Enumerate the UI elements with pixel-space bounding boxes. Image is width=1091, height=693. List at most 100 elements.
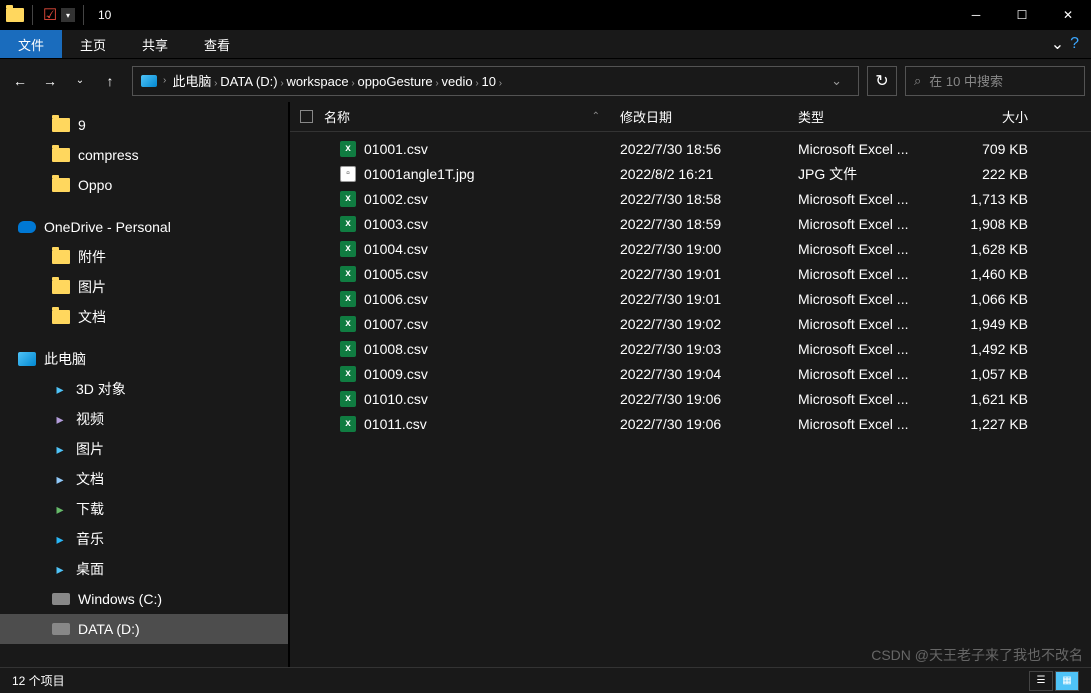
sidebar-pc-item[interactable]: ▸下载 — [0, 494, 288, 524]
sidebar-pc-item[interactable]: ▸桌面 — [0, 554, 288, 584]
qat-dropdown-icon[interactable]: ▾ — [61, 8, 75, 22]
file-date: 2022/7/30 19:06 — [620, 416, 798, 432]
forward-button[interactable]: → — [36, 67, 64, 95]
file-list: 名称⌃ 修改日期 类型 大小 x01001.csv2022/7/30 18:56… — [290, 102, 1091, 667]
thumbnails-view-button[interactable]: ▦ — [1055, 671, 1079, 691]
chevron-right-icon[interactable]: › — [473, 78, 482, 89]
file-name: 01006.csv — [364, 291, 428, 307]
file-type: Microsoft Excel ... — [798, 241, 948, 257]
file-row[interactable]: x01008.csv2022/7/30 19:03Microsoft Excel… — [290, 336, 1091, 361]
tree-item-label: 图片 — [76, 439, 104, 459]
sidebar-onedrive[interactable]: OneDrive - Personal — [0, 212, 288, 242]
tab-file[interactable]: 文件 — [0, 30, 62, 58]
tree-item-label: DATA (D:) — [78, 621, 140, 637]
file-row[interactable]: x01003.csv2022/7/30 18:59Microsoft Excel… — [290, 211, 1091, 236]
column-type[interactable]: 类型 — [798, 107, 948, 126]
refresh-button[interactable]: ↻ — [867, 66, 897, 96]
tab-home[interactable]: 主页 — [62, 30, 124, 58]
sidebar-onedrive-item[interactable]: 文档 — [0, 302, 288, 332]
onedrive-icon — [18, 221, 36, 233]
sidebar-pc-item[interactable]: ▸3D 对象 — [0, 374, 288, 404]
tab-view[interactable]: 查看 — [186, 30, 248, 58]
file-type: Microsoft Excel ... — [798, 366, 948, 382]
file-row[interactable]: x01007.csv2022/7/30 19:02Microsoft Excel… — [290, 311, 1091, 336]
file-size: 1,908 KB — [948, 216, 1048, 232]
chevron-right-icon[interactable]: › — [496, 78, 502, 89]
folder-icon — [52, 250, 70, 264]
excel-icon: x — [340, 191, 356, 207]
file-row[interactable]: x01011.csv2022/7/30 19:06Microsoft Excel… — [290, 411, 1091, 436]
column-date[interactable]: 修改日期 — [620, 107, 798, 126]
sidebar-this-pc[interactable]: 此电脑 — [0, 344, 288, 374]
sidebar-onedrive-item[interactable]: 附件 — [0, 242, 288, 272]
breadcrumb[interactable]: › 此电脑 › DATA (D:) › workspace › oppoGest… — [132, 66, 859, 96]
sidebar-pc-item[interactable]: DATA (D:) — [0, 614, 288, 644]
file-name: 01001.csv — [364, 141, 428, 157]
folder-icon — [6, 6, 24, 24]
breadcrumb-dropdown[interactable]: ⌄ — [823, 73, 850, 89]
file-name: 01007.csv — [364, 316, 428, 332]
breadcrumb-segment[interactable]: 10 — [482, 74, 496, 89]
disk-icon — [52, 623, 70, 635]
breadcrumb-segment[interactable]: vedio — [442, 74, 473, 89]
sidebar-pc-item[interactable]: ▸音乐 — [0, 524, 288, 554]
navigation-pane[interactable]: 9compressOppoOneDrive - Personal附件图片文档此电… — [0, 102, 288, 667]
breadcrumb-segment[interactable]: workspace — [286, 74, 348, 89]
file-type: Microsoft Excel ... — [798, 141, 948, 157]
file-row[interactable]: x01004.csv2022/7/30 19:00Microsoft Excel… — [290, 236, 1091, 261]
details-view-button[interactable]: ☰ — [1029, 671, 1053, 691]
sidebar-pc-item[interactable]: ▸文档 — [0, 464, 288, 494]
tree-item-label: 9 — [78, 117, 86, 133]
sidebar-quick-item[interactable]: Oppo — [0, 170, 288, 200]
quick-access-toolbar: ☑ ▾ — [6, 5, 90, 25]
file-row[interactable]: x01002.csv2022/7/30 18:58Microsoft Excel… — [290, 186, 1091, 211]
file-row[interactable]: x01006.csv2022/7/30 19:01Microsoft Excel… — [290, 286, 1091, 311]
file-row[interactable]: x01001.csv2022/7/30 18:56Microsoft Excel… — [290, 136, 1091, 161]
file-name: 01009.csv — [364, 366, 428, 382]
close-button[interactable]: ✕ — [1045, 0, 1091, 30]
maximize-button[interactable]: ☐ — [999, 0, 1045, 30]
tree-item-label: OneDrive - Personal — [44, 219, 171, 235]
back-button[interactable]: ← — [6, 67, 34, 95]
file-row[interactable]: ▫01001angle1T.jpg2022/8/2 16:21JPG 文件222… — [290, 161, 1091, 186]
tab-share[interactable]: 共享 — [124, 30, 186, 58]
breadcrumb-segment[interactable]: 此电脑 — [172, 74, 211, 89]
title-bar: ☑ ▾ 10 ─ ☐ ✕ — [0, 0, 1091, 30]
column-name[interactable]: 名称⌃ — [324, 107, 620, 126]
file-row[interactable]: x01009.csv2022/7/30 19:04Microsoft Excel… — [290, 361, 1091, 386]
excel-icon: x — [340, 241, 356, 257]
history-dropdown[interactable]: ⌄ — [66, 67, 94, 95]
up-button[interactable]: ↑ — [96, 67, 124, 95]
file-date: 2022/7/30 19:01 — [620, 291, 798, 307]
sidebar-pc-item[interactable]: Windows (C:) — [0, 584, 288, 614]
sidebar-quick-item[interactable]: compress — [0, 140, 288, 170]
sidebar-pc-item[interactable]: ▸视频 — [0, 404, 288, 434]
search-input[interactable]: ⌕ 在 10 中搜索 — [905, 66, 1085, 96]
file-row[interactable]: x01010.csv2022/7/30 19:06Microsoft Excel… — [290, 386, 1091, 411]
folder-icon — [52, 310, 70, 324]
excel-icon: x — [340, 416, 356, 432]
ribbon-expand-button[interactable]: ⌄? — [1039, 34, 1091, 54]
chevron-right-icon[interactable]: › — [433, 78, 442, 89]
select-all-checkbox[interactable] — [300, 110, 313, 123]
search-icon: ⌕ — [914, 73, 921, 89]
excel-icon: x — [340, 291, 356, 307]
column-size[interactable]: 大小 — [948, 107, 1048, 126]
file-type: Microsoft Excel ... — [798, 266, 948, 282]
properties-icon[interactable]: ☑ — [41, 6, 59, 24]
breadcrumb-segment[interactable]: oppoGesture — [357, 74, 432, 89]
file-type: Microsoft Excel ... — [798, 341, 948, 357]
chevron-right-icon[interactable]: › — [163, 75, 166, 86]
file-type: Microsoft Excel ... — [798, 191, 948, 207]
file-row[interactable]: x01005.csv2022/7/30 19:01Microsoft Excel… — [290, 261, 1091, 286]
chevron-right-icon[interactable]: › — [211, 78, 220, 89]
help-icon[interactable]: ? — [1070, 35, 1079, 53]
breadcrumb-segment[interactable]: DATA (D:) — [220, 74, 277, 89]
sidebar-pc-item[interactable]: ▸图片 — [0, 434, 288, 464]
pc-icon — [141, 75, 157, 87]
sidebar-quick-item[interactable]: 9 — [0, 110, 288, 140]
file-size: 1,949 KB — [948, 316, 1048, 332]
sidebar-onedrive-item[interactable]: 图片 — [0, 272, 288, 302]
column-headers: 名称⌃ 修改日期 类型 大小 — [290, 102, 1091, 132]
minimize-button[interactable]: ─ — [953, 0, 999, 30]
